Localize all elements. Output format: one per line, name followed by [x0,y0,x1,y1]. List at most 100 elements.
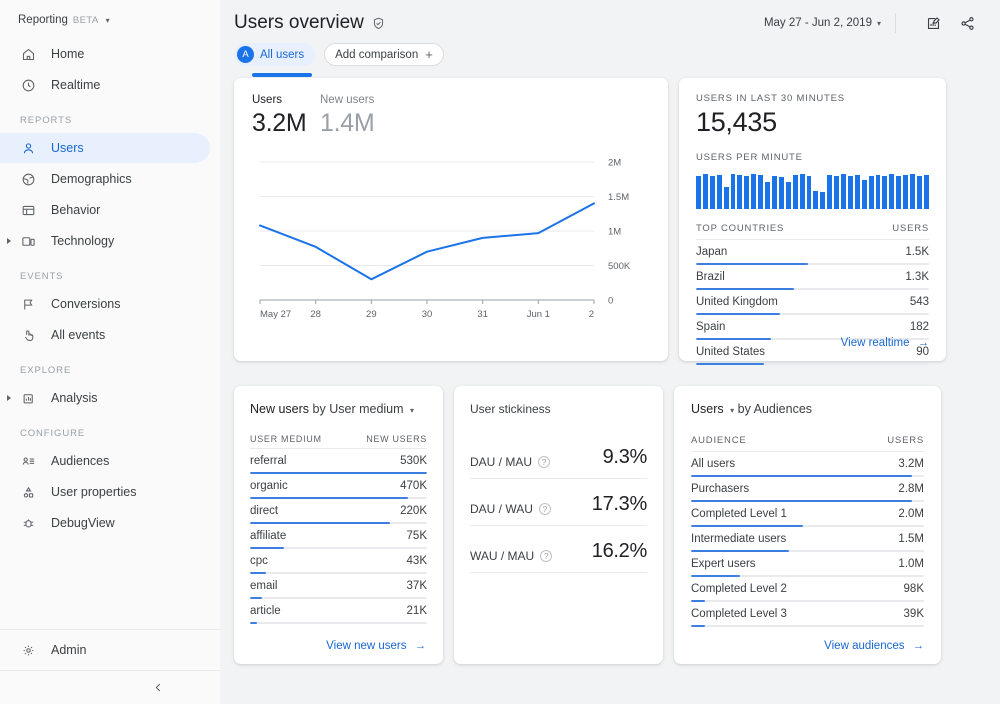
stickiness-value: 17.3% [592,493,647,516]
sidebar-item-audiences[interactable]: Audiences [0,446,210,476]
medium-row[interactable]: email37K [250,574,427,599]
users-line-chart[interactable]: 0500K1M1.5M2MMay 2728293031Jun 12 [252,152,650,342]
line-chart-svg: 0500K1M1.5M2MMay 2728293031Jun 12 [252,152,650,342]
share-icon[interactable] [956,12,978,34]
add-comparison-label: Add comparison [335,49,418,61]
users-per-minute-bar [772,176,777,209]
window-icon [20,202,37,219]
sidebar-item-all-events[interactable]: All events [0,320,210,350]
card-users-overview: Users 3.2M New users 1.4M 0500K1M1.5M2MM… [234,78,668,361]
stickiness-row: DAU / MAU?9.3% [470,432,647,479]
help-icon[interactable]: ? [539,503,551,515]
users-per-minute-bar [848,176,853,209]
chevron-down-icon[interactable]: ▾ [730,406,734,415]
chevron-left-icon[interactable] [148,678,168,698]
clock-icon [20,77,37,94]
sidebar-item-home[interactable]: Home [0,39,210,69]
audience-row[interactable]: Expert users1.0M [691,552,924,577]
card-title: User stickiness [470,402,647,416]
chevron-down-icon[interactable]: ▾ [106,16,110,25]
date-range-picker[interactable]: May 27 - Jun 2, 2019 ▾ [764,17,881,29]
medium-row[interactable]: cpc43K [250,549,427,574]
audience-row[interactable]: Completed Level 339K [691,602,924,627]
users-per-minute-bar [896,176,901,209]
medium-row[interactable]: organic470K [250,474,427,499]
country-row[interactable]: Japan1.5K [696,240,929,265]
y-axis-tick-label: 500K [608,261,631,272]
medium-row[interactable]: referral530K [250,449,427,474]
card-title-dimension: User medium [329,402,403,416]
medium-table-header: USER MEDIUM NEW USERS [250,434,427,449]
help-icon[interactable]: ? [540,550,552,562]
sidebar-item-debugview[interactable]: DebugView [0,508,210,538]
sidebar-item-admin[interactable]: Admin [0,630,220,670]
view-realtime-link[interactable]: View realtime → [841,337,929,349]
col-header-users: USERS [892,223,929,234]
brand-reporting[interactable]: Reporting BETA ▾ [0,0,220,36]
card-title[interactable]: Users ▾ by Audiences [691,402,924,416]
audiences-rows-list: All users3.2MPurchasers2.8MCompleted Lev… [691,452,924,627]
chart-series-line [260,203,594,279]
metric-new-users[interactable]: New users 1.4M [320,94,374,138]
sidebar-item-realtime[interactable]: Realtime [0,70,210,100]
country-row[interactable]: United Kingdom543 [696,290,929,315]
expand-arrow-icon[interactable] [7,395,11,401]
row-bar-track [696,363,929,365]
edit-chart-icon[interactable] [922,12,944,34]
country-row[interactable]: Brazil1.3K [696,265,929,290]
sidebar-item-users[interactable]: Users [0,133,210,163]
sidebar-item-technology[interactable]: Technology [0,226,210,256]
audience-row[interactable]: All users3.2M [691,452,924,477]
audience-row[interactable]: Completed Level 12.0M [691,502,924,527]
medium-row[interactable]: affiliate75K [250,524,427,549]
gear-icon [20,642,37,659]
metric-users[interactable]: Users 3.2M [252,94,320,138]
devices-icon [20,233,37,250]
row-label: Expert users [691,558,756,570]
sidebar-item-analysis[interactable]: Analysis [0,383,210,413]
sidebar-collapse-row [0,670,220,704]
view-audiences-link[interactable]: View audiences → [824,640,924,652]
chip-all-users[interactable]: A All users [234,43,315,66]
users-per-minute-bar [717,175,722,209]
card-title[interactable]: New users by User medium ▾ [250,402,427,416]
col-header-users: USERS [887,435,924,446]
row-label: Brazil [696,271,725,283]
link-label: View new users [326,640,406,652]
row-value: 1.5M [898,533,924,545]
plus-icon: + [425,48,433,61]
help-icon[interactable]: ? [538,456,550,468]
row-value: 21K [407,605,427,617]
sidebar-item-demographics[interactable]: Demographics [0,164,210,194]
sidebar-item-user-properties[interactable]: User properties [0,477,210,507]
sidebar-item-label: Admin [51,643,86,657]
row-label: United Kingdom [696,296,778,308]
add-comparison-button[interactable]: Add comparison + [324,43,444,66]
users-per-minute-bar [710,176,715,209]
users-per-minute-bar [862,180,867,209]
x-axis-tick-label: 31 [477,309,488,320]
medium-row[interactable]: article21K [250,599,427,624]
row-value: 98K [904,583,924,595]
audience-row[interactable]: Completed Level 298K [691,577,924,602]
audience-row[interactable]: Intermediate users1.5M [691,527,924,552]
sidebar-item-behavior[interactable]: Behavior [0,195,210,225]
row-value: 2.0M [898,508,924,520]
sidebar: Reporting BETA ▾ Home Realtime [0,0,220,704]
chip-label: All users [260,49,304,61]
sidebar-item-label: Audiences [51,454,109,468]
row-value: 37K [407,580,427,592]
view-new-users-link[interactable]: View new users → [326,640,426,652]
medium-row[interactable]: direct220K [250,499,427,524]
audience-row[interactable]: Purchasers2.8M [691,477,924,502]
users-per-minute-bar [869,176,874,209]
expand-arrow-icon[interactable] [7,238,11,244]
card-user-stickiness: User stickiness DAU / MAU?9.3% DAU / WAU?… [454,386,663,664]
row-value: 530K [400,455,427,467]
chevron-down-icon[interactable]: ▾ [410,406,414,415]
sidebar-item-conversions[interactable]: Conversions [0,289,210,319]
row-value: 2.8M [898,483,924,495]
sidebar-section-reports: REPORTS [0,101,220,132]
stickiness-label: DAU / WAU [470,502,533,516]
x-axis-tick-label: Jun 1 [527,309,550,320]
